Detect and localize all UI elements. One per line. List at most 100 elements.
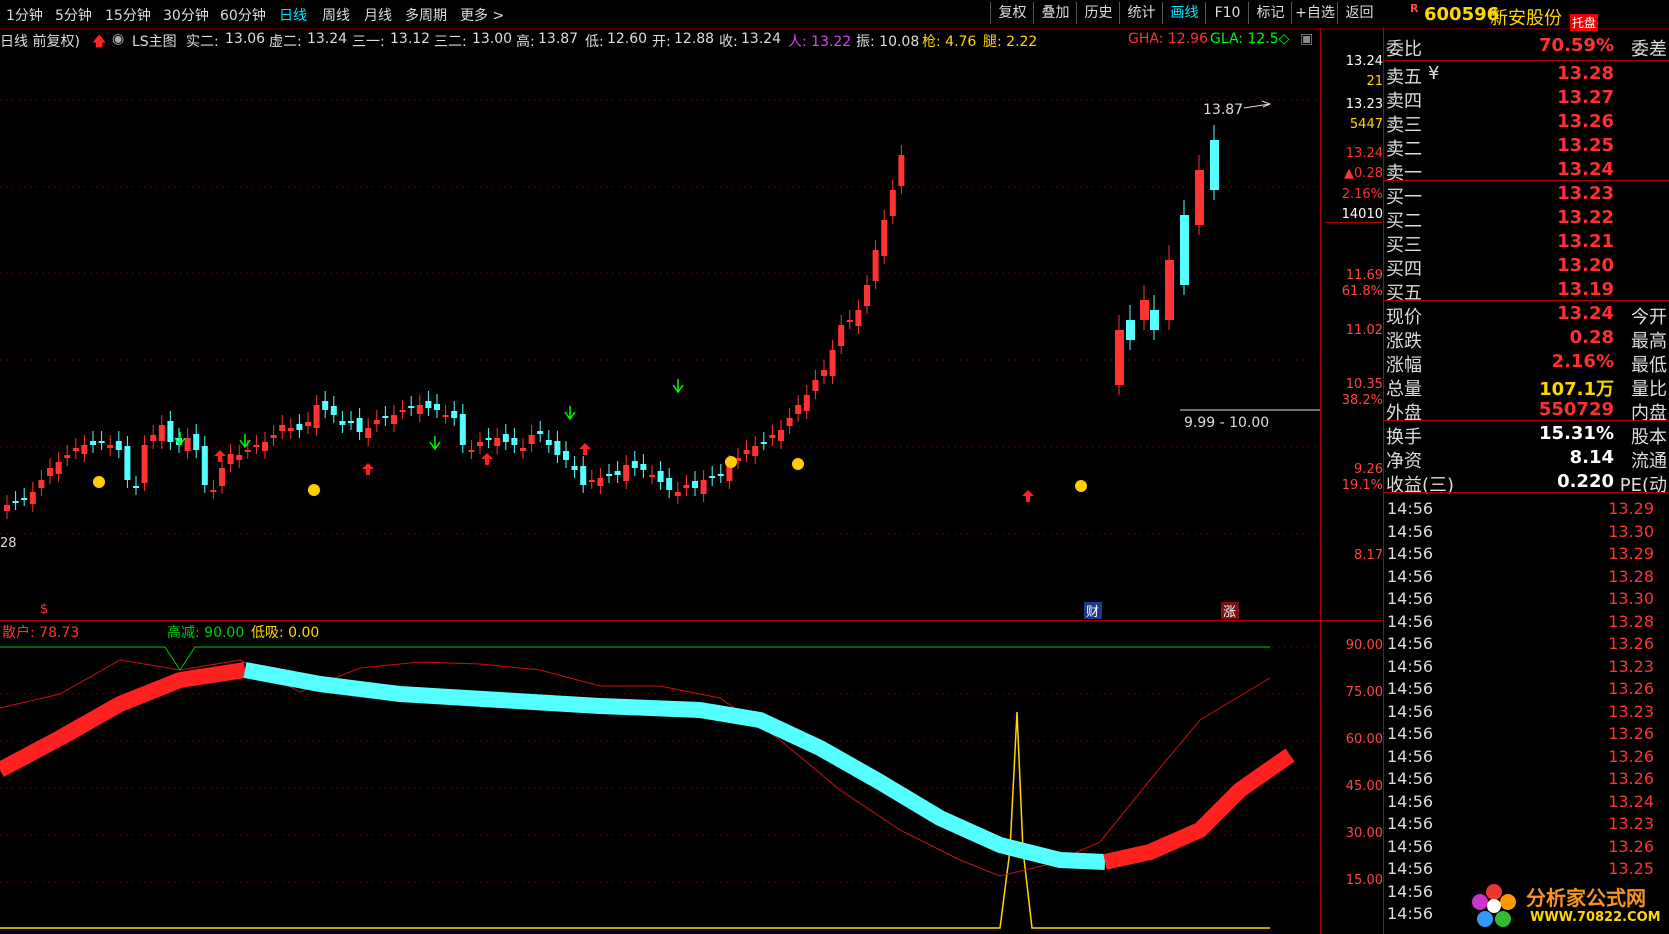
candle-body [760,442,767,444]
mark-button[interactable]: 标记 [1248,2,1292,24]
candle-body [339,421,346,425]
bid-row-1-value: 13.23 [1557,183,1614,204]
down-arrow-icon [672,379,684,394]
high-marker: 13.87 [1203,100,1272,118]
fund-row-2-label: 收益(三) [1386,475,1455,496]
weibi-value: 70.59% [1539,35,1614,56]
candle-body [210,490,217,492]
formula-name[interactable]: LS主图 [132,31,177,51]
tick-row: 14:56 13.29 [1384,498,1669,520]
panel-toggle-icon[interactable]: ▣ [1300,31,1313,47]
high-label: 高: [516,34,535,50]
candle-body [322,401,329,410]
candle-body [477,442,483,446]
tick-time: 14:56 [1387,814,1434,833]
candle-body [98,441,105,443]
gold-coin-icon [93,476,105,488]
candle-body [692,481,698,488]
candle-body [4,505,10,511]
period-60min[interactable]: 60分钟 [220,5,266,25]
period-5min[interactable]: 5分钟 [55,5,92,25]
fund-row-1: 净资 8.14 流通 [1384,446,1669,472]
period-multi[interactable]: 多周期 [405,5,447,25]
candle-body [580,466,587,485]
candle-body [838,325,845,346]
candle-body [700,480,707,494]
settings-icon[interactable]: ◉ [112,31,124,47]
period-1min[interactable]: 1分钟 [6,5,43,25]
candle-body [47,468,53,476]
period-15min[interactable]: 15分钟 [105,5,151,25]
ask-row-4-value: 13.27 [1557,87,1614,108]
tick-row: 14:56 13.28 [1384,611,1669,633]
ind-axis-15: 15.00 [1345,873,1383,888]
add-watchlist-button[interactable]: +自选 [1291,2,1338,24]
draw-line-button[interactable]: 画线 [1162,2,1206,24]
candle-body [158,425,165,441]
shi-er-value: 13.06 [225,31,266,47]
finance-marker: 财 [1086,605,1099,620]
candle-body [485,438,492,440]
axis-fib-618: 61.8% [1341,284,1383,299]
tick-price: 13.30 [1608,589,1654,608]
stats-button[interactable]: 统计 [1119,2,1163,24]
bid-row-4: 买四 13.20 [1384,254,1669,280]
quote-panel: 委比 70.59% 委差 卖五 13.28 ¥ 卖四 13.27 卖三 13.26 卖二 13.… [1384,28,1669,934]
tick-row: 14:56 13.29 [1384,543,1669,565]
candle-body [554,441,561,455]
period-monthly[interactable]: 月线 [364,5,392,25]
candle-body [545,440,552,445]
candle-body [1140,300,1149,320]
chart-mode-label: 日线 前复权) [0,34,80,50]
price-axis: 13.24 21 13.23 5447 13.24 ▲0.28 2.16% 14… [1320,50,1383,620]
tick-row: 14:56 13.30 [1384,588,1669,610]
tick-row: 14:56 13.23 [1384,813,1669,835]
axis-change-pct: 2.16% [1341,187,1383,202]
axis-vol-2: 5447 [1349,117,1383,132]
history-button[interactable]: 历史 [1076,2,1120,24]
back-button[interactable]: 返回 [1337,2,1381,24]
period-more[interactable]: 更多 > [460,5,504,25]
f10-button[interactable]: F10 [1205,2,1249,24]
tick-row: 14:56 13.26 [1384,633,1669,655]
indicator-chart[interactable]: 散户: 78.73 高减: 90.00 低吸: 0.00 [0,620,1320,934]
candle-body [1126,320,1135,340]
candle-body [81,445,88,454]
bid-row-4-value: 13.20 [1557,255,1614,276]
tick-time: 14:56 [1387,634,1434,653]
tick-time: 14:56 [1387,836,1434,856]
candle-body [348,421,354,423]
period-daily[interactable]: 日线 [279,5,307,25]
ren-value: 人: 13.22 [788,34,852,50]
tick-time: 14:56 [1387,544,1434,563]
candle-body [898,155,905,186]
candle-body [72,448,79,451]
candle-body [373,420,380,424]
candle-body [408,406,415,408]
low-value: 12.60 [607,31,648,47]
tick-row: 14:56 13.30 [1384,521,1669,543]
ask-row-3: 卖三 13.26 [1384,110,1669,136]
candlestick-chart[interactable]: 13.87 9.99 - 10.00 28 $ 财 涨 [0,50,1320,620]
tick-time: 14:56 [1387,746,1434,766]
candle-body [872,250,879,281]
candle-body [1180,215,1189,285]
period-weekly[interactable]: 周线 [322,5,350,25]
yuan-icon: ¥ [1428,63,1440,84]
fuquan-button[interactable]: 复权 [990,2,1034,24]
candle-body [236,455,243,460]
overlay-button[interactable]: 叠加 [1033,2,1077,24]
tick-row: 14:56 13.26 [1384,723,1669,745]
axis-price-817: 8.17 [1354,548,1383,563]
bid-row-1: 买一 13.23 [1384,182,1669,208]
san-er-value: 13.00 [472,31,513,47]
quote-row-2: 涨幅 2.16% 最低 [1384,350,1669,376]
candle-body [12,501,19,503]
ind-axis-90: 90.00 [1345,638,1383,653]
candle-body [434,404,440,410]
tick-row: 14:56 13.28 [1384,566,1669,588]
axis-price-1102: 11.02 [1345,323,1383,338]
bid-row-5: 买五 13.19 [1384,278,1669,304]
period-30min[interactable]: 30分钟 [163,5,209,25]
candle-body [571,466,578,470]
